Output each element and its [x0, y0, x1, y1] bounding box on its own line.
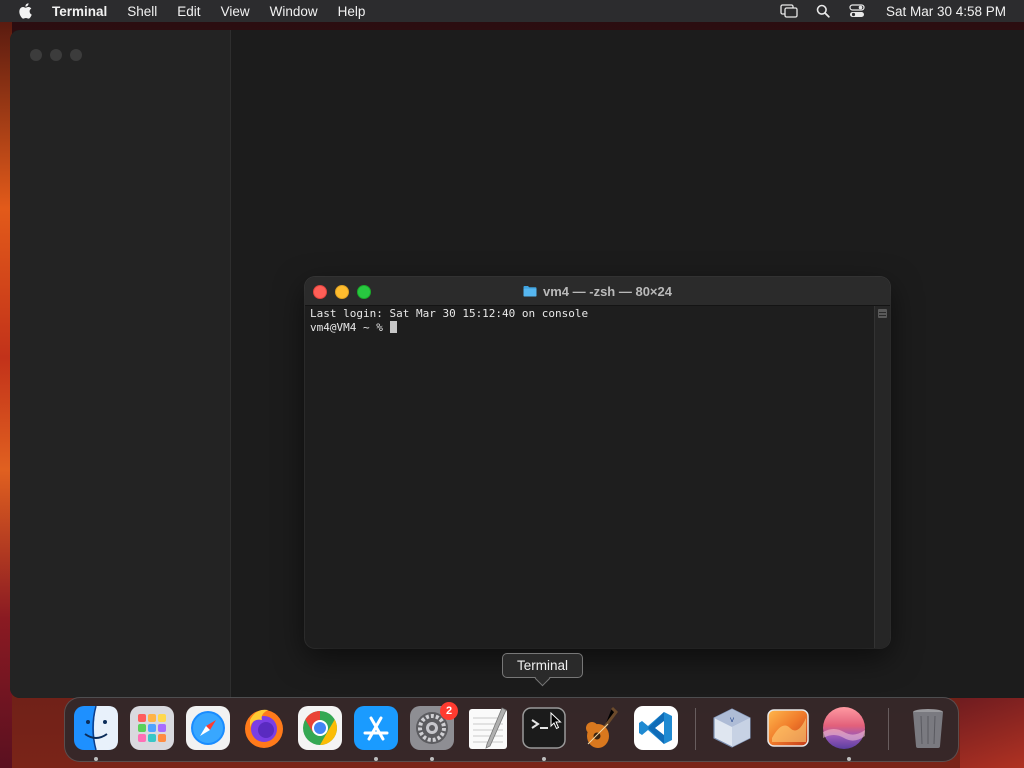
notification-badge: 2	[440, 702, 458, 720]
textedit-icon[interactable]	[466, 706, 510, 750]
running-indicator	[94, 757, 98, 761]
menu-bar-clock[interactable]: Sat Mar 30 4:58 PM	[886, 4, 1006, 19]
terminal-output[interactable]: Last login: Sat Mar 30 15:12:40 on conso…	[310, 306, 874, 648]
dock-tooltip: Terminal	[502, 653, 583, 678]
menu-help[interactable]: Help	[338, 4, 366, 19]
mouse-pointer-icon	[550, 712, 562, 730]
running-indicator	[542, 757, 546, 761]
terminal-prompt-line[interactable]: vm4@VM4 ~ %	[310, 321, 874, 335]
launchpad-icon[interactable]	[130, 706, 174, 750]
inactive-window-controls[interactable]	[30, 49, 82, 61]
folder-icon	[523, 285, 537, 297]
minimize-button[interactable]	[335, 285, 349, 299]
menu-view[interactable]: View	[221, 4, 250, 19]
running-indicator	[430, 757, 434, 761]
search-icon[interactable]	[814, 2, 832, 20]
terminal-line-last-login: Last login: Sat Mar 30 15:12:40 on conso…	[310, 307, 589, 320]
terminal-prompt: vm4@VM4 ~ %	[310, 321, 390, 334]
terminal-title: vm4 — -zsh — 80×24	[305, 277, 890, 305]
vscode-icon[interactable]	[634, 706, 678, 750]
garageband-icon[interactable]	[578, 706, 622, 750]
wallpaper-bottom-right	[960, 690, 1024, 768]
running-indicator	[374, 757, 378, 761]
zoom-button[interactable]	[357, 285, 371, 299]
terminal-titlebar[interactable]: vm4 — -zsh — 80×24	[305, 277, 890, 306]
dock: 2 V	[64, 697, 959, 762]
system-settings-icon[interactable]: 2	[410, 702, 458, 750]
background-window-sidebar	[10, 30, 231, 698]
app-store-icon[interactable]	[354, 706, 398, 750]
photo-wallpaper-icon[interactable]	[766, 706, 810, 750]
dock-separator	[695, 708, 696, 750]
close-button[interactable]	[313, 285, 327, 299]
terminal-scrollbar[interactable]	[874, 306, 890, 648]
firefox-icon[interactable]	[242, 706, 286, 750]
terminal-cursor	[390, 321, 398, 333]
safari-icon[interactable]	[186, 706, 230, 750]
control-center-icon[interactable]	[848, 2, 866, 20]
dock-separator	[888, 708, 889, 750]
terminal-window[interactable]: vm4 — -zsh — 80×24 Last login: Sat Mar 3…	[305, 277, 890, 648]
menu-bar: Terminal Shell Edit View Window Help Sat…	[0, 0, 1024, 22]
chrome-icon[interactable]	[298, 706, 342, 750]
split-pane-icon[interactable]	[878, 309, 887, 318]
menu-edit[interactable]: Edit	[177, 4, 200, 19]
running-indicator	[847, 757, 851, 761]
finder-icon[interactable]	[74, 705, 118, 751]
dock-tooltip-label: Terminal	[516, 658, 568, 673]
menu-window[interactable]: Window	[270, 4, 318, 19]
trash-icon[interactable]	[906, 706, 950, 750]
apple-menu-icon[interactable]	[18, 3, 34, 19]
menu-shell[interactable]: Shell	[127, 4, 157, 19]
inactive-close-button[interactable]	[30, 49, 42, 61]
inactive-zoom-button[interactable]	[70, 49, 82, 61]
virtualbox-icon[interactable]: V	[710, 706, 754, 750]
screen-mirroring-icon[interactable]	[780, 2, 798, 20]
inactive-minimize-button[interactable]	[50, 49, 62, 61]
sonoma-wallpaper-icon[interactable]	[822, 706, 866, 750]
terminal-title-text: vm4 — -zsh — 80×24	[543, 283, 672, 299]
menu-app-name[interactable]: Terminal	[52, 4, 107, 19]
